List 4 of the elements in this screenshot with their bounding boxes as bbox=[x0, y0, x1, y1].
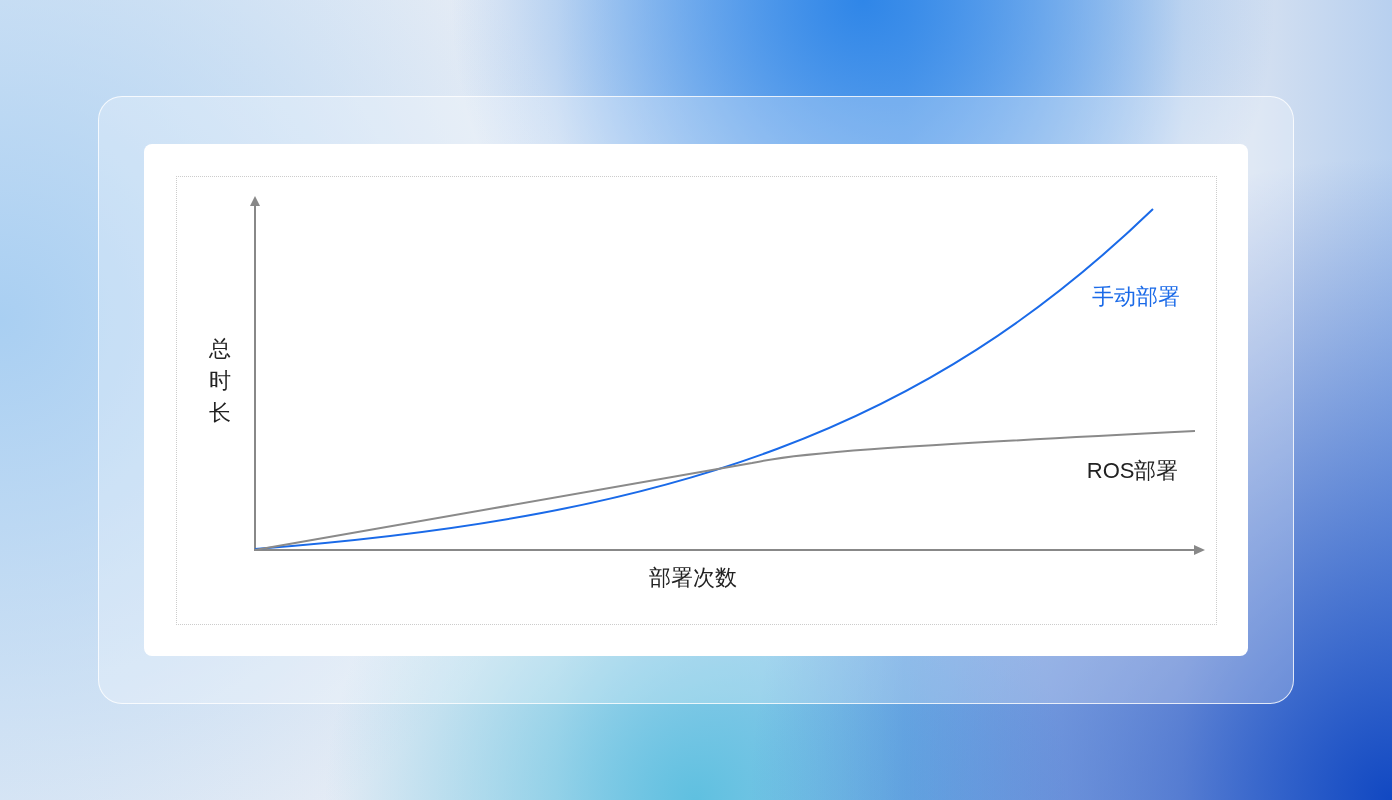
series-label: 手动部署 bbox=[1091, 282, 1180, 311]
x-axis-label: 部署次数 bbox=[648, 563, 737, 592]
y-axis-label: 总时长 bbox=[208, 334, 231, 427]
series-label: ROS部署 bbox=[1086, 456, 1179, 485]
